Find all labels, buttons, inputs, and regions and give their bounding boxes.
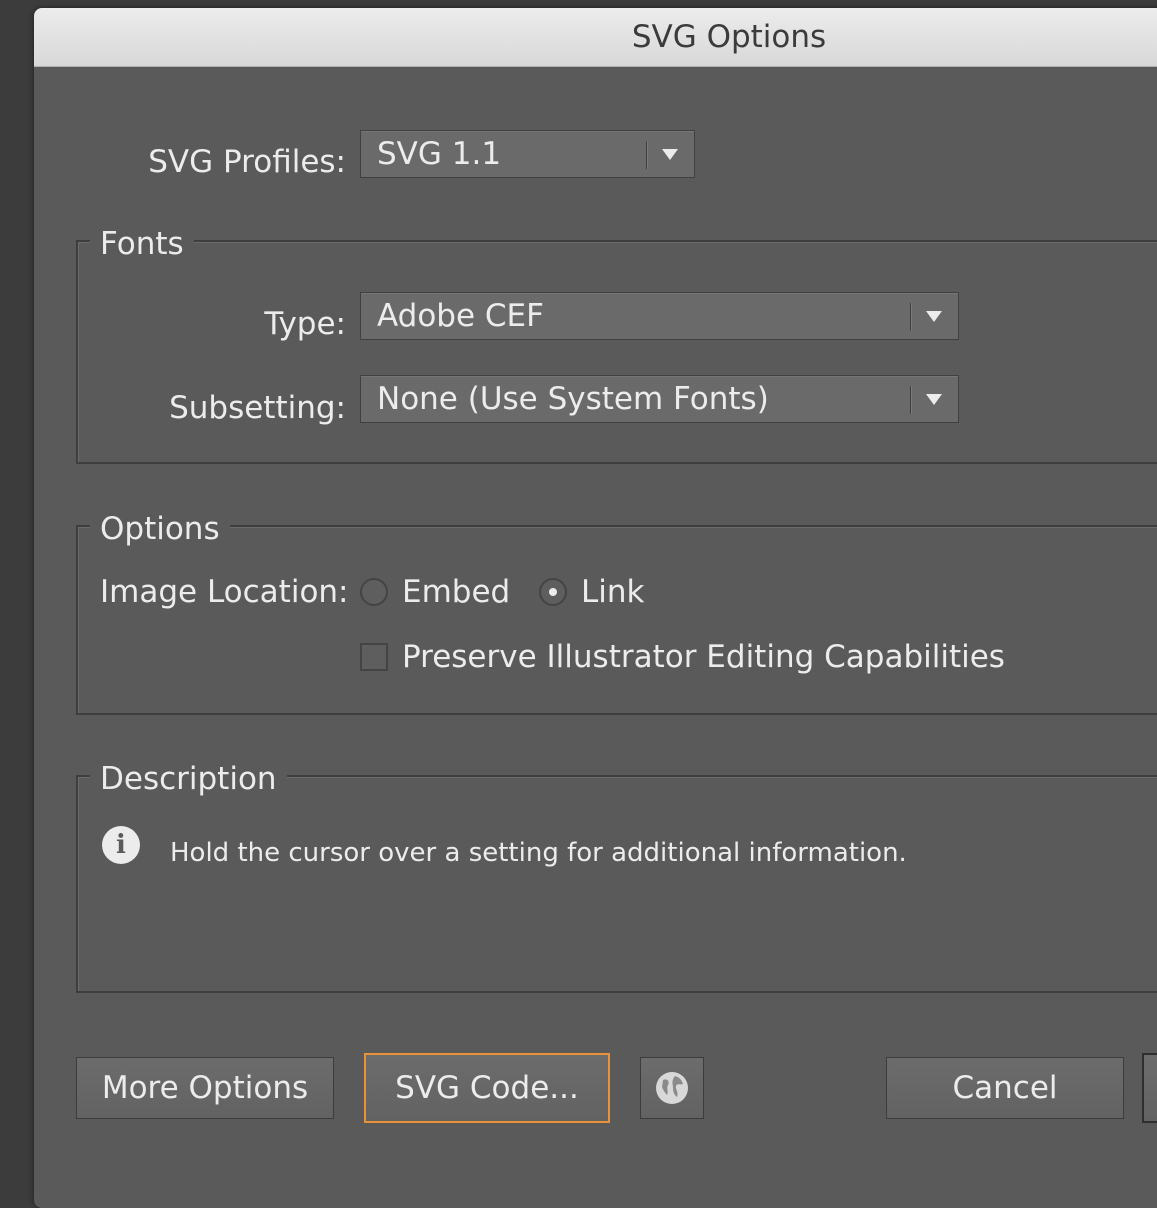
font-type-label: Type: bbox=[264, 306, 346, 342]
embed-radio[interactable] bbox=[360, 578, 388, 606]
fonts-legend: Fonts bbox=[90, 226, 194, 262]
chevron-down-icon bbox=[926, 394, 942, 405]
font-type-select[interactable]: Adobe CEF bbox=[360, 292, 959, 340]
preserve-editing-checkbox[interactable] bbox=[360, 643, 388, 671]
svg-profiles-label: SVG Profiles: bbox=[148, 144, 346, 180]
description-legend: Description bbox=[90, 761, 287, 797]
embed-label[interactable]: Embed bbox=[402, 574, 510, 610]
subsetting-select[interactable]: None (Use System Fonts) bbox=[360, 375, 959, 423]
description-text: Hold the cursor over a setting for addit… bbox=[170, 838, 907, 868]
subsetting-label: Subsetting: bbox=[169, 390, 346, 426]
options-group bbox=[76, 525, 1157, 715]
svg-profiles-value: SVG 1.1 bbox=[377, 136, 502, 172]
preserve-editing-label[interactable]: Preserve Illustrator Editing Capabilitie… bbox=[402, 639, 1005, 675]
info-icon: i bbox=[102, 826, 140, 864]
select-divider bbox=[646, 141, 647, 169]
more-options-button[interactable]: More Options bbox=[76, 1057, 334, 1119]
font-type-value: Adobe CEF bbox=[377, 298, 544, 334]
link-label[interactable]: Link bbox=[581, 574, 644, 610]
svg-options-dialog: SVG Options SVG Profiles: SVG 1.1 Fonts … bbox=[34, 8, 1157, 1208]
svg-profiles-select[interactable]: SVG 1.1 bbox=[360, 130, 695, 178]
description-group bbox=[76, 775, 1157, 993]
link-radio[interactable] bbox=[539, 578, 567, 606]
dialog-title: SVG Options bbox=[631, 19, 827, 55]
subsetting-value: None (Use System Fonts) bbox=[377, 381, 769, 417]
select-divider bbox=[910, 386, 911, 414]
options-legend: Options bbox=[90, 511, 230, 547]
image-location-label: Image Location: bbox=[100, 574, 349, 610]
title-bar[interactable]: SVG Options bbox=[34, 8, 1157, 67]
cancel-button[interactable]: Cancel bbox=[886, 1057, 1124, 1119]
ok-button-partial[interactable] bbox=[1142, 1053, 1157, 1123]
select-divider bbox=[910, 303, 911, 331]
fonts-group bbox=[76, 240, 1157, 464]
chevron-down-icon bbox=[662, 149, 678, 160]
svg-code-button[interactable]: SVG Code... bbox=[364, 1053, 610, 1123]
chevron-down-icon bbox=[926, 311, 942, 322]
globe-icon bbox=[656, 1072, 688, 1104]
web-preview-button[interactable] bbox=[640, 1057, 704, 1119]
